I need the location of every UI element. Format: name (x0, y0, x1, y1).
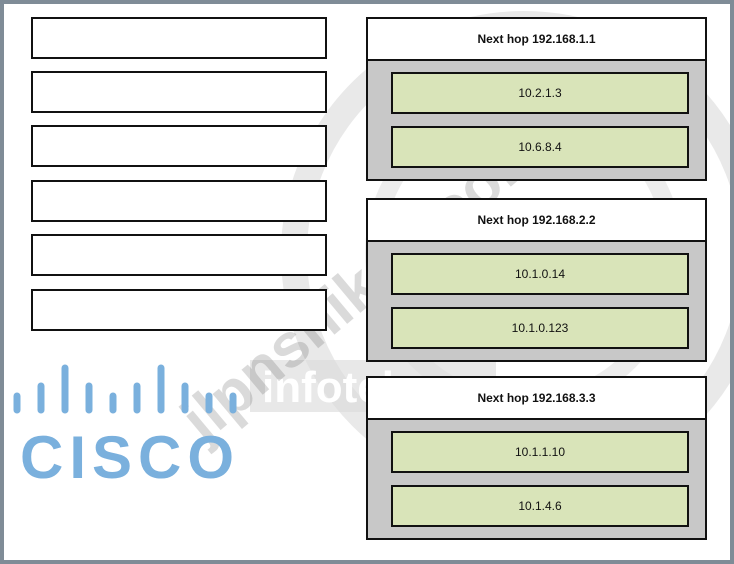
next-hop-group-1: Next hop 192.168.1.1 10.2.1.3 10.6.8.4 (366, 17, 707, 181)
drop-slot-5[interactable] (31, 234, 327, 276)
route-item-10-1-0-14[interactable]: 10.1.0.14 (391, 253, 689, 295)
route-item-10-1-1-10[interactable]: 10.1.1.10 (391, 431, 689, 473)
next-hop-header-1: Next hop 192.168.1.1 (368, 19, 705, 61)
route-item-10-1-0-123[interactable]: 10.1.0.123 (391, 307, 689, 349)
exercise-frame: infotek jlpnshiken.com CISCO Next hop 19… (0, 0, 734, 564)
route-item-10-1-4-6[interactable]: 10.1.4.6 (391, 485, 689, 527)
drop-slot-1[interactable] (31, 17, 327, 59)
cisco-logo-text: CISCO (20, 424, 241, 491)
route-item-10-6-8-4[interactable]: 10.6.8.4 (391, 126, 689, 168)
next-hop-header-3: Next hop 192.168.3.3 (368, 378, 705, 420)
next-hop-group-2: Next hop 192.168.2.2 10.1.0.14 10.1.0.12… (366, 198, 707, 362)
next-hop-header-2: Next hop 192.168.2.2 (368, 200, 705, 242)
drop-slot-3[interactable] (31, 125, 327, 167)
drop-slot-2[interactable] (31, 71, 327, 113)
drop-slot-4[interactable] (31, 180, 327, 222)
next-hop-group-3: Next hop 192.168.3.3 10.1.1.10 10.1.4.6 (366, 376, 707, 540)
route-item-10-2-1-3[interactable]: 10.2.1.3 (391, 72, 689, 114)
drop-slot-6[interactable] (31, 289, 327, 331)
